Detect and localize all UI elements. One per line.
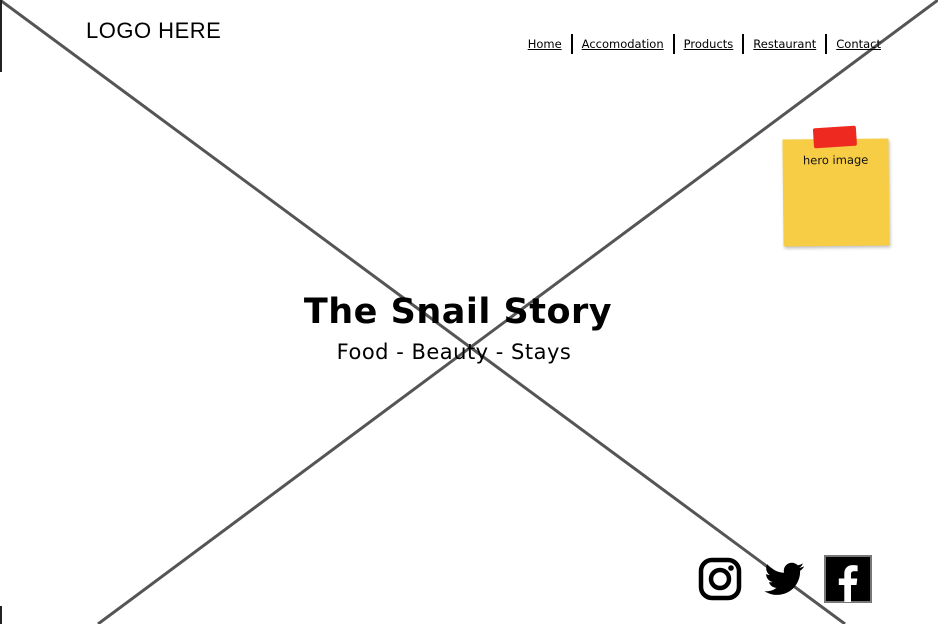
hero-subtitle: Food - Beauty - Stays [336, 340, 572, 364]
sticky-note: hero image [782, 125, 890, 247]
instagram-icon[interactable] [696, 555, 744, 603]
twitter-icon[interactable] [760, 555, 808, 603]
sticky-note-label: hero image [802, 152, 869, 168]
facebook-icon[interactable] [824, 555, 872, 603]
nav-link-contact[interactable]: Contact [827, 34, 890, 54]
nav-link-accomodation[interactable]: Accomodation [573, 34, 673, 54]
social-links [696, 555, 872, 603]
nav-link-products[interactable]: Products [675, 34, 743, 54]
nav-link-restaurant[interactable]: Restaurant [744, 34, 825, 54]
nav-link-home[interactable]: Home [519, 34, 571, 54]
logo[interactable]: LOGO HERE [86, 18, 221, 44]
frame-edge [0, 0, 2, 72]
main-nav: Home Accomodation Products Restaurant Co… [519, 34, 890, 54]
frame-edge [0, 606, 2, 624]
tape [812, 125, 858, 149]
hero-title: The Snail Story [303, 292, 613, 332]
